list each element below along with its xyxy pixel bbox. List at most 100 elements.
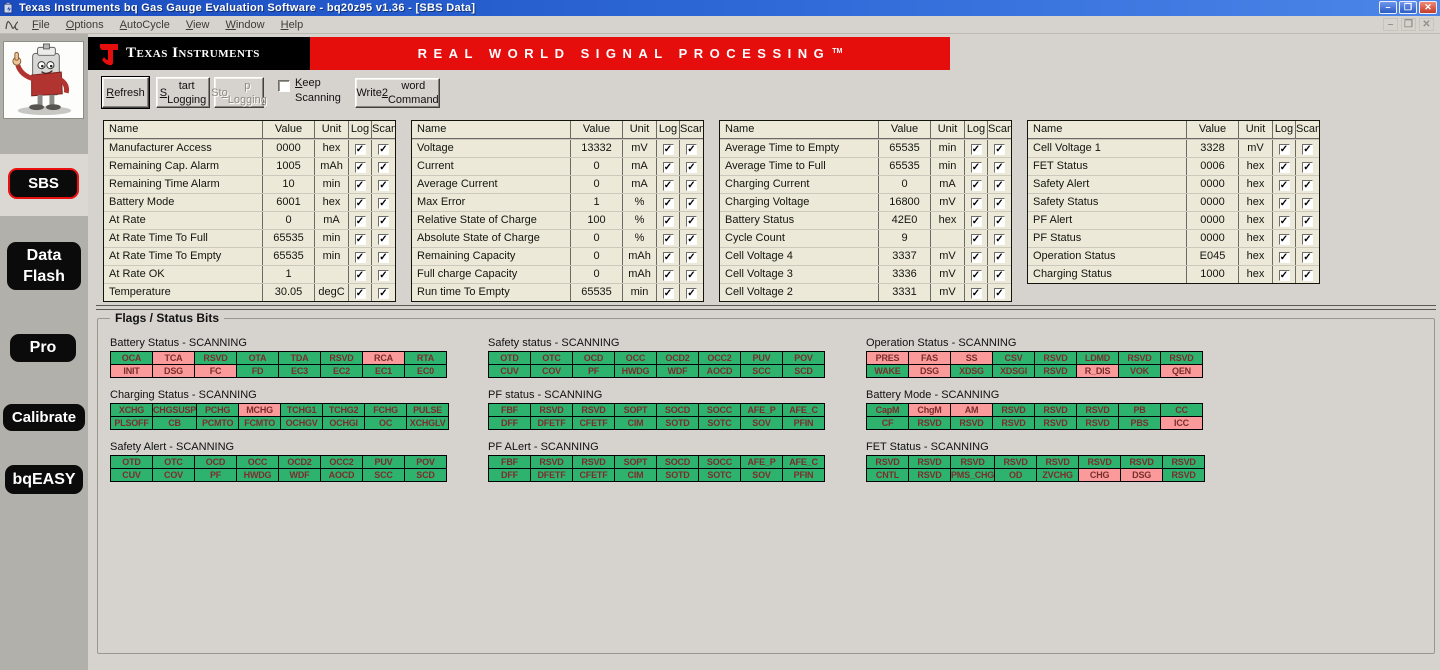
log-checkbox[interactable]: ✓ (662, 198, 674, 209)
close-button[interactable]: ✕ (1419, 1, 1437, 14)
sidebar-item-sbs[interactable]: SBS (8, 168, 79, 199)
log-checkbox[interactable]: ✓ (1278, 216, 1290, 227)
scan-checkbox[interactable]: ✓ (1302, 270, 1313, 281)
scan-checkbox[interactable]: ✓ (378, 252, 389, 263)
menu-view[interactable]: View (178, 19, 218, 31)
stop-logging-button[interactable]: St o p Logging (211, 77, 267, 108)
menu-file[interactable]: File (24, 19, 58, 31)
log-checkbox[interactable]: ✓ (662, 180, 674, 191)
scan-checkbox[interactable]: ✓ (1302, 252, 1313, 263)
sidebar-item-calibrate[interactable]: Calibrate (3, 404, 85, 431)
log-checkbox[interactable]: ✓ (662, 162, 674, 173)
scan-checkbox[interactable]: ✓ (686, 162, 697, 173)
keep-scanning-checkbox[interactable] (278, 80, 290, 92)
log-checkbox[interactable]: ✓ (662, 234, 674, 245)
scan-checkbox[interactable]: ✓ (994, 180, 1005, 191)
scan-checkbox[interactable]: ✓ (1302, 144, 1313, 155)
scan-checkbox[interactable]: ✓ (1302, 180, 1313, 191)
scan-checkbox[interactable]: ✓ (994, 162, 1005, 173)
scan-checkbox[interactable]: ✓ (994, 270, 1005, 281)
flag-cell: RSVD (1076, 403, 1119, 417)
log-checkbox[interactable]: ✓ (354, 180, 366, 191)
scan-checkbox[interactable]: ✓ (378, 162, 389, 173)
log-checkbox[interactable]: ✓ (354, 198, 366, 209)
log-checkbox[interactable]: ✓ (354, 234, 366, 245)
log-checkbox[interactable]: ✓ (970, 288, 982, 299)
sidebar-item-pro[interactable]: Pro (10, 334, 76, 362)
scan-checkbox[interactable]: ✓ (1302, 234, 1313, 245)
scan-checkbox[interactable]: ✓ (378, 216, 389, 227)
row-unit: degC (314, 284, 348, 301)
sidebar-item-data-flash[interactable]: Data Flash (7, 242, 81, 290)
log-checkbox[interactable]: ✓ (1278, 270, 1290, 281)
log-checkbox[interactable]: ✓ (662, 144, 674, 155)
log-checkbox[interactable]: ✓ (1278, 180, 1290, 191)
scan-checkbox[interactable]: ✓ (994, 198, 1005, 209)
log-checkbox[interactable]: ✓ (1278, 252, 1290, 263)
scan-checkbox[interactable]: ✓ (686, 198, 697, 209)
scan-checkbox[interactable]: ✓ (378, 144, 389, 155)
scan-checkbox[interactable]: ✓ (686, 216, 697, 227)
scan-checkbox[interactable]: ✓ (378, 198, 389, 209)
start-logging-button[interactable]: Start Logging (156, 77, 210, 108)
log-checkbox[interactable]: ✓ (662, 270, 674, 281)
log-checkbox[interactable]: ✓ (662, 252, 674, 263)
column-header: Unit (930, 121, 964, 138)
log-checkbox[interactable]: ✓ (970, 252, 982, 263)
menu-window[interactable]: Window (217, 19, 272, 31)
scan-checkbox[interactable]: ✓ (378, 270, 389, 281)
log-checkbox[interactable]: ✓ (354, 270, 366, 281)
menu-options[interactable]: Options (58, 19, 112, 31)
write-2-word-command-button[interactable]: Write 2 word Command (355, 78, 440, 108)
log-checkbox[interactable]: ✓ (354, 144, 366, 155)
log-checkbox[interactable]: ✓ (970, 162, 982, 173)
log-checkbox[interactable]: ✓ (354, 162, 366, 173)
scan-checkbox[interactable]: ✓ (686, 288, 697, 299)
scan-checkbox[interactable]: ✓ (994, 144, 1005, 155)
scan-checkbox[interactable]: ✓ (686, 234, 697, 245)
mdi-restore-button[interactable]: ❐ (1401, 18, 1416, 31)
scan-checkbox[interactable]: ✓ (994, 234, 1005, 245)
minimize-button[interactable]: – (1379, 1, 1397, 14)
log-checkbox[interactable]: ✓ (970, 180, 982, 191)
flag-cell: CF (866, 416, 909, 430)
log-checkbox[interactable]: ✓ (970, 270, 982, 281)
mdi-minimize-button[interactable]: – (1383, 18, 1398, 31)
scan-checkbox[interactable]: ✓ (994, 288, 1005, 299)
log-checkbox[interactable]: ✓ (354, 216, 366, 227)
scan-checkbox[interactable]: ✓ (994, 252, 1005, 263)
scan-checkbox[interactable]: ✓ (686, 270, 697, 281)
log-checkbox[interactable]: ✓ (1278, 198, 1290, 209)
log-checkbox[interactable]: ✓ (1278, 234, 1290, 245)
log-checkbox[interactable]: ✓ (662, 288, 674, 299)
menu-help[interactable]: Help (273, 19, 312, 31)
mdi-close-button[interactable]: ✕ (1419, 18, 1434, 31)
flag-cell: POV (782, 351, 825, 365)
sidebar-item-bqeasy[interactable]: bqEASY (5, 465, 83, 494)
scan-checkbox[interactable]: ✓ (378, 288, 389, 299)
row-unit: mAh (314, 158, 348, 175)
scan-checkbox[interactable]: ✓ (378, 180, 389, 191)
maximize-button[interactable]: ❐ (1399, 1, 1417, 14)
menu-autocycle[interactable]: AutoCycle (112, 19, 178, 31)
scan-checkbox[interactable]: ✓ (378, 234, 389, 245)
log-checkbox[interactable]: ✓ (1278, 162, 1290, 173)
log-checkbox[interactable]: ✓ (354, 288, 366, 299)
log-checkbox[interactable]: ✓ (970, 144, 982, 155)
log-checkbox[interactable]: ✓ (970, 216, 982, 227)
scan-checkbox[interactable]: ✓ (1302, 198, 1313, 209)
flag-cell: CIM (614, 416, 657, 430)
log-checkbox[interactable]: ✓ (662, 216, 674, 227)
log-checkbox[interactable]: ✓ (354, 252, 366, 263)
log-checkbox[interactable]: ✓ (1278, 144, 1290, 155)
log-checkbox[interactable]: ✓ (970, 234, 982, 245)
scan-checkbox[interactable]: ✓ (1302, 216, 1313, 227)
scan-checkbox[interactable]: ✓ (686, 252, 697, 263)
scan-checkbox[interactable]: ✓ (994, 216, 1005, 227)
flag-cell: SCC (740, 364, 783, 378)
log-checkbox[interactable]: ✓ (970, 198, 982, 209)
refresh-button[interactable]: Refresh (102, 77, 149, 108)
scan-checkbox[interactable]: ✓ (686, 144, 697, 155)
scan-checkbox[interactable]: ✓ (1302, 162, 1313, 173)
scan-checkbox[interactable]: ✓ (686, 180, 697, 191)
